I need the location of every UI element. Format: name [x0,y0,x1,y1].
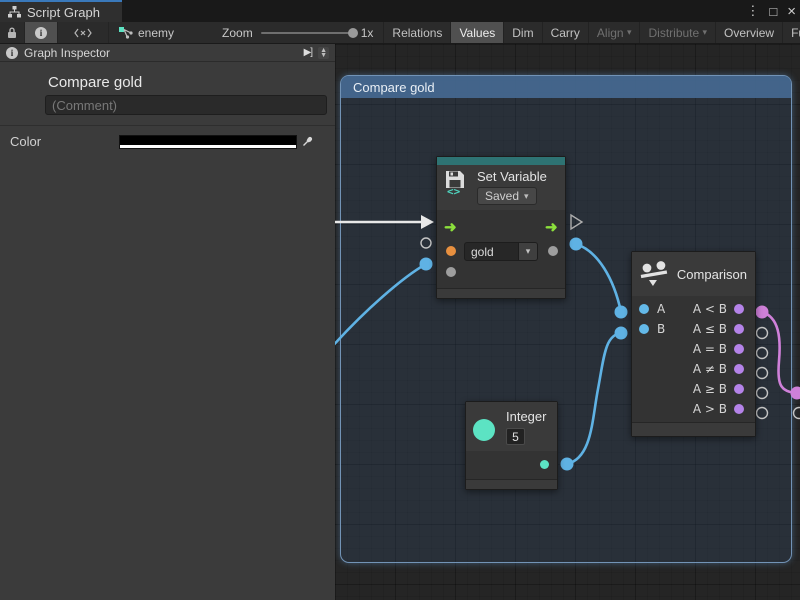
comment-input[interactable] [45,95,327,115]
inspector-title: Graph Inspector [24,46,110,60]
distribute-dropdown[interactable]: Distribute ▾ [640,22,716,43]
integer-type-icon [473,419,495,441]
lock-button[interactable] [0,22,25,43]
node-footer [632,422,755,436]
graph-breadcrumb[interactable]: enemy [109,22,184,43]
integer-value-input[interactable]: 5 [506,428,525,445]
comparison-row: B A ≤ B [632,319,755,339]
eyedropper-icon [302,136,313,147]
comparison-scales-icon [640,261,668,287]
variable-kind-dropdown[interactable]: Saved ▾ [477,187,537,205]
unity-window: Script Graph ⋮ □ × i [0,0,800,600]
output-port-gt[interactable] [734,404,744,414]
code-icon [74,28,92,38]
info-icon: i [6,47,18,59]
wire-cap[interactable] [615,327,628,340]
svg-text:<>: <> [447,185,461,196]
output-port-lt[interactable] [734,304,744,314]
node-comparison[interactable]: Comparison A A < B B A ≤ B A = B [631,251,756,437]
chevron-down-icon: ▾ [524,191,529,202]
wire-cap[interactable] [420,258,433,271]
values-button[interactable]: Values [451,22,504,43]
color-label: Color [10,134,41,149]
variable-accent-bar [437,157,565,165]
inspector-header: i Graph Inspector ▶] ▲ ▼ [0,44,335,62]
variable-name-dropdown[interactable]: gold ▾ [464,242,538,261]
close-icon[interactable]: × [787,3,796,20]
code-preview-button[interactable] [58,22,109,43]
output-port-eq[interactable] [734,344,744,354]
group-header[interactable]: Compare gold [341,76,791,98]
graph-toolbar: i enemy Zoom 1x [0,22,800,44]
machine-icon [119,27,133,39]
output-port-neq[interactable] [734,364,744,374]
align-dropdown[interactable]: Align ▾ [589,22,641,43]
tab-title: Script Graph [27,5,100,20]
node-set-variable[interactable]: <> Set Variable Saved ▾ ➜ ➜ gold ▾ [436,156,566,299]
fullscreen-button[interactable]: Full Screen [783,22,800,43]
tab-script-graph[interactable]: Script Graph [0,0,122,22]
scrubber-control[interactable]: ▲ ▼ [318,47,329,59]
chevron-down-icon: ▾ [703,27,708,38]
node-footer [437,288,565,298]
zoom-slider-handle[interactable] [348,28,358,38]
node-footer [466,479,557,489]
comparison-row: A A < B [632,299,755,319]
wire-cap[interactable] [756,306,769,319]
save-variable-icon: <> [444,169,469,196]
eyedropper-button[interactable] [299,135,316,149]
node-integer[interactable]: Integer 5 [465,401,558,490]
window-menu-icon[interactable]: ⋮ [746,3,759,19]
node-title: Integer [506,409,546,424]
graph-name: enemy [138,26,174,40]
comparison-row: A ≠ B [632,359,755,379]
comparison-row: A ≥ B [632,379,755,399]
zoom-value: 1x [361,26,374,40]
title-bar: Script Graph ⋮ □ × [0,0,800,22]
lock-icon [7,27,17,39]
dock-icon[interactable]: ▶] [304,47,312,58]
divider [0,125,335,126]
carry-button[interactable]: Carry [543,22,589,43]
comparison-row: A = B [632,339,755,359]
graph-inspector-panel: i Graph Inspector ▶] ▲ ▼ Compare gold Co… [0,44,335,600]
dim-button[interactable]: Dim [504,22,542,43]
value-port[interactable] [446,267,456,277]
input-port-b[interactable] [639,324,649,334]
flow-out-arrow-icon[interactable]: ➜ [545,220,558,235]
wire-cap[interactable] [570,238,583,251]
output-port-lte[interactable] [734,324,744,334]
zoom-label: Zoom [222,26,253,40]
chevron-down-icon: ▾ [519,242,538,261]
integer-output-port[interactable] [540,460,549,469]
overview-button[interactable]: Overview [716,22,783,43]
input-port-a[interactable] [639,304,649,314]
info-icon: i [35,27,47,39]
empty-port-icon[interactable] [794,408,800,419]
alpha-bar [120,145,296,148]
comparison-row: A > B [632,399,755,419]
chevron-down-icon: ▾ [627,27,632,38]
output-port-gte[interactable] [734,384,744,394]
wire-cap[interactable] [561,458,574,471]
color-swatch[interactable] [119,135,297,149]
flow-in-arrow-icon[interactable]: ➜ [444,220,457,235]
script-graph-icon [8,6,21,18]
graph-title-label: Compare gold [48,74,335,91]
spinner-down-icon[interactable]: ▼ [320,53,327,58]
wire-cap[interactable] [615,306,628,319]
graph-canvas[interactable]: Compare gold [335,44,800,600]
zoom-slider[interactable] [261,32,353,34]
relations-button[interactable]: Relations [383,22,451,43]
group-title: Compare gold [353,80,435,95]
output-port[interactable] [548,246,558,256]
node-title: Comparison [677,267,747,282]
inspector-toggle-button[interactable]: i [25,22,58,43]
name-port[interactable] [446,246,456,256]
node-title: Set Variable [477,169,547,184]
maximize-icon[interactable]: □ [769,4,777,19]
